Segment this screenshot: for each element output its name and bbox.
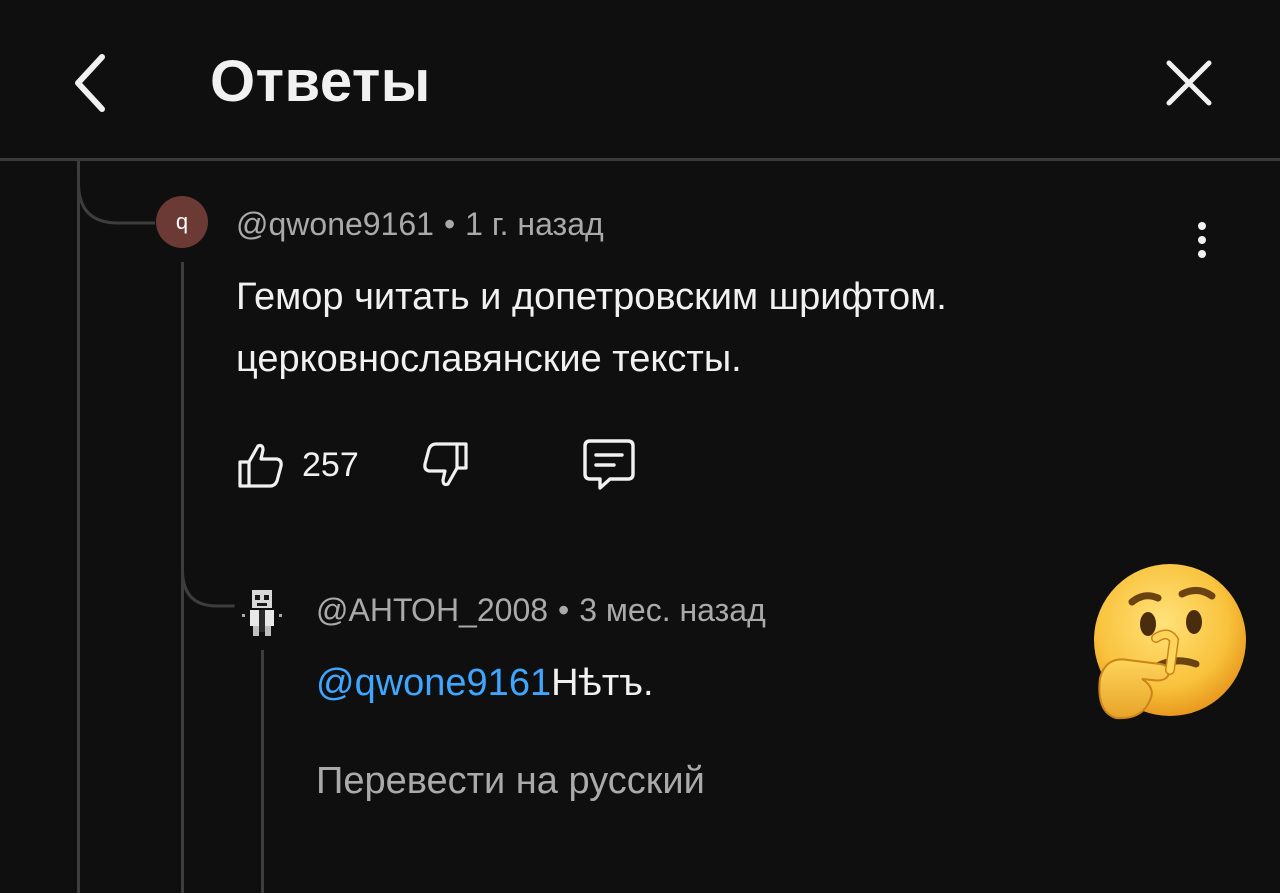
mention-link[interactable]: @qwone9161 (316, 662, 551, 704)
more-vert-dot (1198, 236, 1206, 244)
comment-text-line: церковнославянские тексты. (236, 338, 742, 380)
thumb-up-icon (238, 443, 283, 488)
comment-body: Гемор читать и допетровским шрифтом. цер… (236, 266, 1176, 390)
dislike-button[interactable] (420, 440, 470, 490)
comment-time: 1 г. назад (465, 206, 604, 242)
comment-meta: @qwone9161 • 1 г. назад (236, 206, 604, 243)
chevron-left-icon (75, 54, 105, 112)
header: Ответы (0, 0, 1280, 160)
reply-body: @qwone9161Нѣтъ. (316, 652, 654, 714)
reply-time: 3 мес. назад (579, 592, 766, 628)
avatar[interactable]: q (156, 196, 208, 248)
like-count: 257 (302, 445, 359, 484)
page-title: Ответы (210, 49, 431, 114)
reply-avatar[interactable] (234, 584, 290, 640)
reply-text: Нѣтъ. (551, 662, 654, 704)
thread-connector-reply (181, 560, 237, 608)
avatar-letter: q (175, 209, 189, 234)
thumb-down-icon (423, 442, 468, 487)
close-icon (1166, 60, 1212, 106)
meta-separator: • (443, 206, 456, 242)
reply-icon (583, 439, 635, 490)
thinking-face-emoji (1094, 564, 1246, 720)
comment-more-button[interactable] (1182, 212, 1222, 268)
thread-line-outer (77, 161, 80, 893)
more-vert-icon (1198, 222, 1206, 230)
thread-line-reply (261, 650, 264, 893)
like-button[interactable]: 257 (236, 440, 359, 490)
back-button[interactable] (58, 45, 122, 121)
close-button[interactable] (1156, 50, 1222, 116)
reply-button[interactable] (580, 436, 638, 492)
thread-connector-top (77, 161, 155, 225)
more-vert-dot (1198, 250, 1206, 258)
reply-author[interactable]: @АНТОН_2008 (316, 592, 548, 628)
reply-meta: @АНТОН_2008 • 3 мес. назад (316, 592, 766, 629)
translate-link[interactable]: Перевести на русский (316, 760, 705, 803)
comment-author[interactable]: @qwone9161 (236, 206, 434, 242)
comment-text-line: Гемор читать и допетровским шрифтом. (236, 276, 947, 318)
meta-separator: • (558, 592, 570, 628)
pixel-character-avatar (242, 590, 282, 636)
header-divider (0, 158, 1280, 161)
